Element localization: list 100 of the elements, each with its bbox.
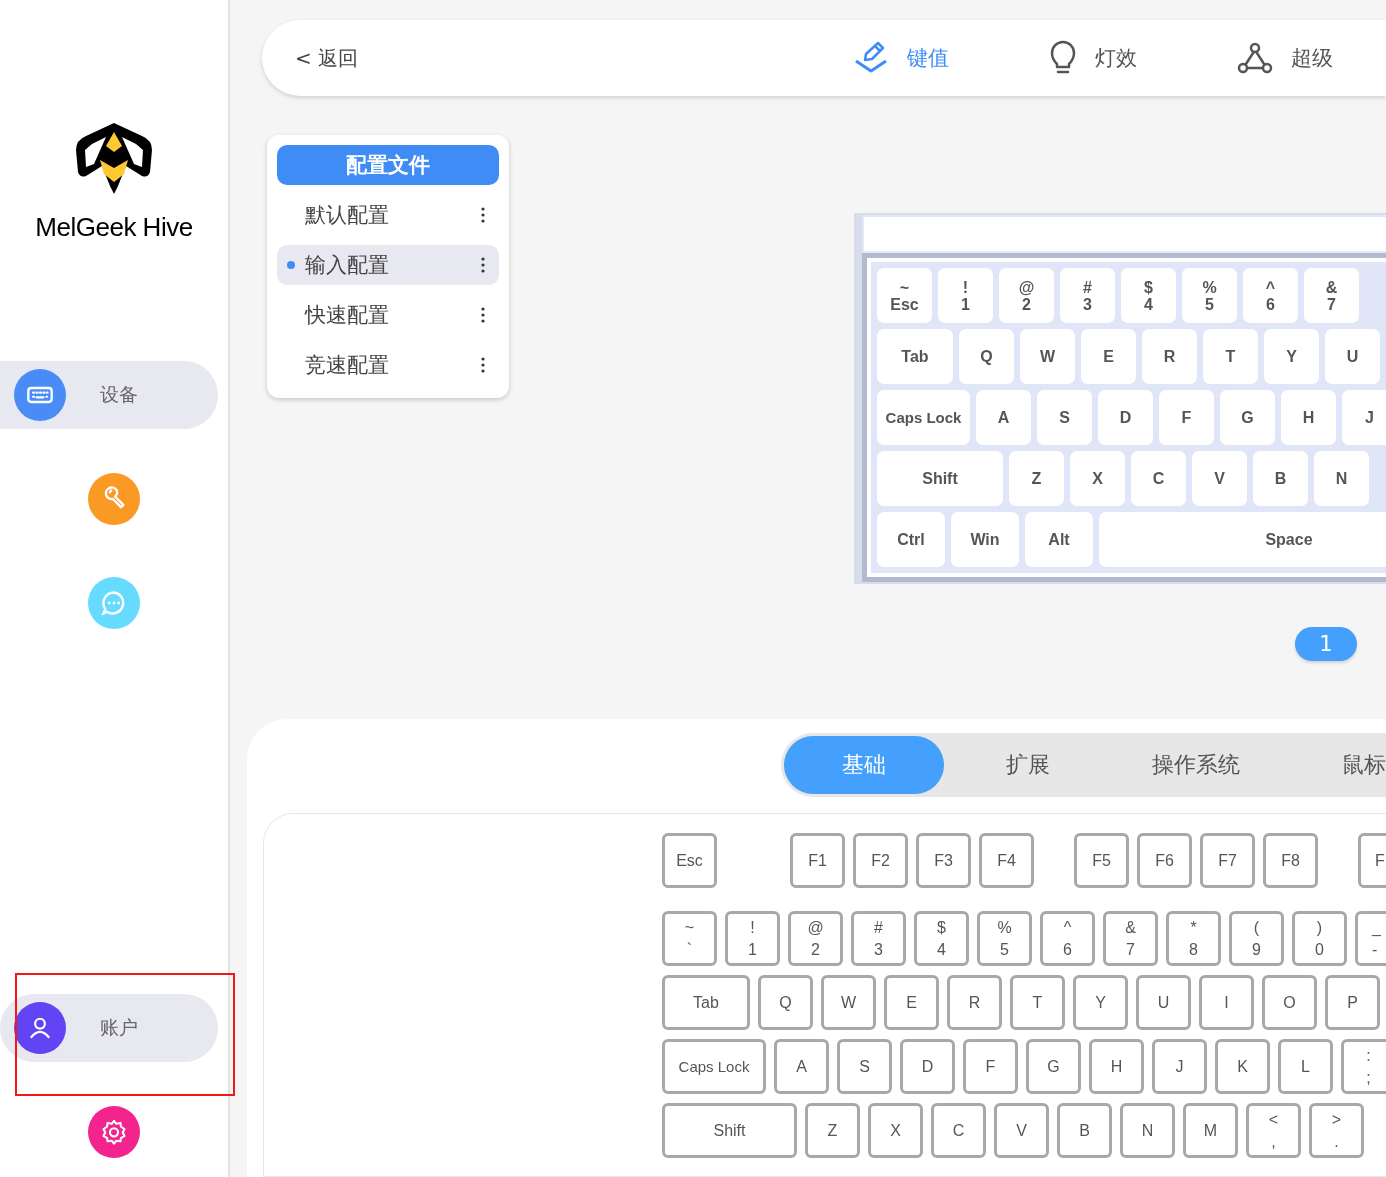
keyboard-key[interactable]: : ; (1341, 1039, 1386, 1094)
keyboard-key[interactable]: @ 2 (788, 911, 843, 966)
keyboard-key[interactable]: A (976, 390, 1031, 445)
keyboard-key[interactable]: X (868, 1103, 923, 1158)
category-tab[interactable]: 鼠标 (1280, 736, 1386, 794)
keyboard-key[interactable]: # 3 (1060, 268, 1115, 323)
keyboard-key[interactable]: T (1203, 329, 1258, 384)
keyboard-key[interactable]: ) 0 (1292, 911, 1347, 966)
keyboard-key[interactable]: Z (805, 1103, 860, 1158)
keyboard-key[interactable]: V (1192, 451, 1247, 506)
keyboard-key[interactable]: Tab (662, 975, 750, 1030)
keyboard-key[interactable]: Y (1264, 329, 1319, 384)
sidebar-item[interactable]: 设备 (0, 361, 218, 429)
keyboard-key[interactable]: W (821, 975, 876, 1030)
keyboard-key[interactable]: @ 2 (999, 268, 1054, 323)
keyboard-key[interactable]: K (1215, 1039, 1270, 1094)
profile-item[interactable]: 输入配置 (277, 245, 499, 285)
keyboard-key[interactable]: F8 (1263, 833, 1318, 888)
keyboard-key[interactable]: Shift (877, 451, 1003, 506)
keyboard-key[interactable]: ! 1 (938, 268, 993, 323)
profile-item[interactable]: 快速配置 (277, 295, 499, 335)
keyboard-key[interactable]: S (837, 1039, 892, 1094)
keyboard-key[interactable]: J (1342, 390, 1386, 445)
keyboard-key[interactable]: $ 4 (914, 911, 969, 966)
keyboard-key[interactable]: A (774, 1039, 829, 1094)
keyboard-key[interactable]: R (1142, 329, 1197, 384)
keyboard-key[interactable]: & 7 (1304, 268, 1359, 323)
keyboard-key[interactable]: F2 (853, 833, 908, 888)
keyboard-key[interactable]: C (931, 1103, 986, 1158)
back-link[interactable]: < 返回 (295, 44, 359, 72)
keyboard-key[interactable]: F (1358, 833, 1386, 888)
keyboard-key[interactable]: Q (959, 329, 1014, 384)
keyboard-key[interactable]: F3 (916, 833, 971, 888)
keyboard-key[interactable]: $ 4 (1121, 268, 1176, 323)
keyboard-key[interactable]: Shift (662, 1103, 797, 1158)
keyboard-key[interactable]: & 7 (1103, 911, 1158, 966)
keyboard-key[interactable]: Ctrl (877, 512, 945, 567)
more-icon[interactable] (481, 357, 485, 373)
keyboard-key[interactable]: I (1199, 975, 1254, 1030)
keyboard-key[interactable]: V (994, 1103, 1049, 1158)
keyboard-key[interactable]: F (1159, 390, 1214, 445)
more-icon[interactable] (481, 307, 485, 323)
keyboard-key[interactable]: % 5 (977, 911, 1032, 966)
category-tab[interactable]: 操作系统 (1112, 736, 1280, 794)
profile-item[interactable]: 竞速配置 (277, 345, 499, 385)
keyboard-key[interactable]: Alt (1025, 512, 1093, 567)
keyboard-key[interactable]: Esc (662, 833, 717, 888)
keyboard-key[interactable]: F7 (1200, 833, 1255, 888)
keyboard-key[interactable]: ^ 6 (1040, 911, 1095, 966)
keyboard-key[interactable]: S (1037, 390, 1092, 445)
keyboard-key[interactable]: J (1152, 1039, 1207, 1094)
keyboard-key[interactable]: F5 (1074, 833, 1129, 888)
keyboard-key[interactable]: Q (758, 975, 813, 1030)
keyboard-key[interactable]: _ - (1355, 911, 1386, 966)
keyboard-key[interactable]: Y (1073, 975, 1128, 1030)
keyboard-key[interactable]: ~ Esc (877, 268, 932, 323)
keyboard-key[interactable]: L (1278, 1039, 1333, 1094)
keyboard-key[interactable]: D (900, 1039, 955, 1094)
keyboard-key[interactable]: N (1314, 451, 1369, 506)
more-icon[interactable] (481, 207, 485, 223)
keyboard-key[interactable]: B (1057, 1103, 1112, 1158)
keyboard-key[interactable]: ~ ` (662, 911, 717, 966)
nav-tab[interactable]: 超级 (1237, 40, 1334, 76)
keyboard-key[interactable]: ! 1 (725, 911, 780, 966)
keyboard-key[interactable]: D (1098, 390, 1153, 445)
keyboard-key[interactable]: F4 (979, 833, 1034, 888)
keyboard-key[interactable]: R (947, 975, 1002, 1030)
keyboard-key[interactable]: * 8 (1166, 911, 1221, 966)
keyboard-key[interactable]: M (1183, 1103, 1238, 1158)
keyboard-key[interactable]: H (1089, 1039, 1144, 1094)
keyboard-key[interactable]: B (1253, 451, 1308, 506)
keyboard-key[interactable]: G (1220, 390, 1275, 445)
keyboard-key[interactable]: F6 (1137, 833, 1192, 888)
keyboard-key[interactable]: < , (1246, 1103, 1301, 1158)
keyboard-key[interactable]: W (1020, 329, 1075, 384)
sidebar-item[interactable] (88, 1106, 140, 1158)
keyboard-key[interactable]: ^ 6 (1243, 268, 1298, 323)
keyboard-key[interactable]: F (963, 1039, 1018, 1094)
keyboard-key[interactable]: N (1120, 1103, 1175, 1158)
keyboard-key[interactable]: % 5 (1182, 268, 1237, 323)
keyboard-key[interactable]: ( 9 (1229, 911, 1284, 966)
keyboard-key[interactable]: X (1070, 451, 1125, 506)
keyboard-key[interactable]: > . (1309, 1103, 1364, 1158)
keyboard-key[interactable]: U (1136, 975, 1191, 1030)
more-icon[interactable] (481, 257, 485, 273)
keyboard-key[interactable]: Win (951, 512, 1019, 567)
keyboard-key[interactable]: F1 (790, 833, 845, 888)
keyboard-key[interactable]: E (1081, 329, 1136, 384)
keyboard-key[interactable]: C (1131, 451, 1186, 506)
keyboard-key[interactable]: G (1026, 1039, 1081, 1094)
keyboard-key[interactable]: O (1262, 975, 1317, 1030)
keyboard-key[interactable]: # 3 (851, 911, 906, 966)
keyboard-key[interactable]: Caps Lock (877, 390, 970, 445)
keyboard-key[interactable]: Space (1099, 512, 1386, 567)
keyboard-key[interactable]: E (884, 975, 939, 1030)
category-tab[interactable]: 扩展 (944, 736, 1112, 794)
keyboard-key[interactable]: H (1281, 390, 1336, 445)
profile-item[interactable]: 默认配置 (277, 195, 499, 235)
keyboard-key[interactable]: T (1010, 975, 1065, 1030)
sidebar-item[interactable]: 账户 (0, 994, 218, 1062)
